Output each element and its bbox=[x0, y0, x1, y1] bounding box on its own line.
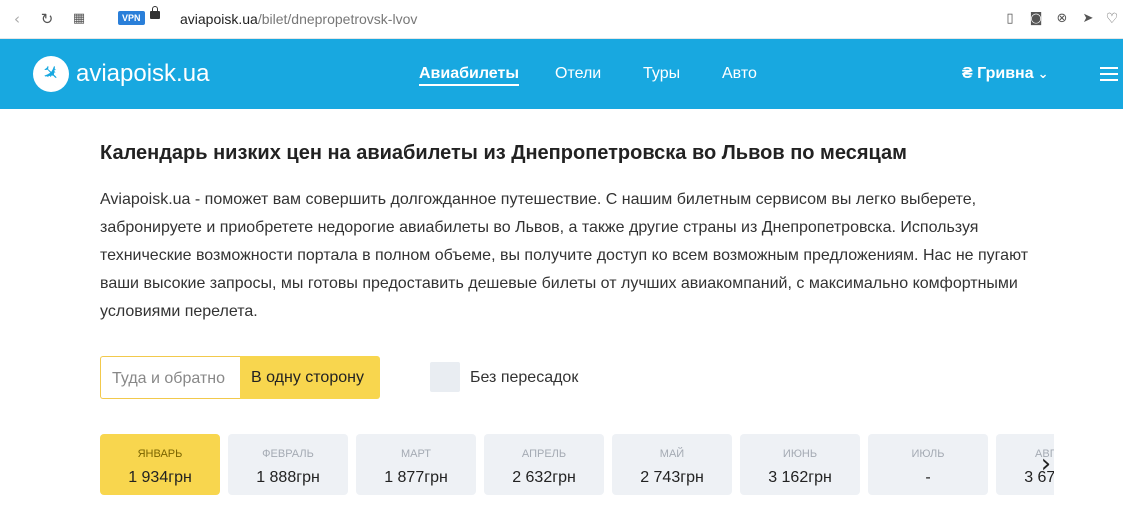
close-circle-icon[interactable]: ⊗ bbox=[1053, 10, 1071, 28]
month-price: - bbox=[925, 469, 931, 486]
nav-auto[interactable]: Авто bbox=[722, 64, 757, 84]
month-price: 3 162грн bbox=[768, 469, 832, 486]
grid-icon[interactable]: ▦ bbox=[70, 10, 88, 28]
month-card-may[interactable]: Май 2 743грн bbox=[612, 434, 732, 495]
url-host: aviapoisk.ua bbox=[180, 11, 258, 27]
reload-icon[interactable]: ↻ bbox=[38, 10, 56, 28]
site-header: ✈ aviapoisk.ua Авиабилеты Отели Туры Авт… bbox=[0, 39, 1123, 109]
nav-flights[interactable]: Авиабилеты bbox=[419, 64, 519, 84]
nav-tours[interactable]: Туры bbox=[643, 64, 680, 84]
month-name: Март bbox=[400, 448, 432, 460]
currency-label: Гривна bbox=[977, 65, 1034, 82]
month-price: 1 877грн bbox=[384, 469, 448, 486]
menu-icon[interactable] bbox=[1100, 67, 1118, 81]
page-description: Aviapoisk.ua - поможет вам совершить дол… bbox=[100, 191, 1029, 320]
month-name: Январь bbox=[137, 448, 183, 460]
round-trip-option[interactable]: Туда и обратно bbox=[100, 356, 240, 399]
chevron-down-icon: ⌄ bbox=[1037, 67, 1049, 82]
nav-hotels[interactable]: Отели bbox=[555, 64, 601, 84]
url-path: /bilet/dnepropetrovsk-lvov bbox=[257, 11, 418, 27]
month-card-april[interactable]: Апрель 2 632грн bbox=[484, 434, 604, 495]
month-card-january[interactable]: Январь 1 934грн bbox=[100, 434, 220, 495]
address-bar[interactable]: aviapoisk.ua/bilet/dnepropetrovsk-lvov bbox=[180, 9, 417, 29]
browser-toolbar: ‹ ↻ ▦ VPN aviapoisk.ua/bilet/dnepropetro… bbox=[0, 0, 1123, 39]
nonstop-checkbox[interactable] bbox=[430, 362, 460, 392]
logo-text[interactable]: aviapoisk.ua bbox=[76, 58, 209, 90]
month-card-july[interactable]: Июль - bbox=[868, 434, 988, 495]
month-price: 2 632грн bbox=[512, 469, 576, 486]
month-card-march[interactable]: Март 1 877грн bbox=[356, 434, 476, 495]
month-price: 2 743грн bbox=[640, 469, 704, 486]
reader-icon[interactable]: ▯ bbox=[1001, 10, 1019, 28]
plane-icon: ✈ bbox=[36, 58, 66, 88]
chevron-right-icon[interactable]: › bbox=[1036, 449, 1056, 479]
month-card-february[interactable]: Февраль 1 888грн bbox=[228, 434, 348, 495]
back-icon[interactable]: ‹ bbox=[8, 10, 26, 28]
heart-icon[interactable]: ♡ bbox=[1103, 10, 1121, 28]
trip-type-toggle: Туда и обратно В одну сторону bbox=[100, 356, 380, 399]
month-name: Июнь bbox=[782, 448, 818, 460]
currency-selector[interactable]: ₴ Гривна ⌄ bbox=[962, 64, 1049, 85]
month-name: Февраль bbox=[262, 448, 314, 460]
vpn-badge[interactable]: VPN bbox=[118, 11, 145, 25]
month-name: Май bbox=[659, 448, 685, 460]
month-card-june[interactable]: Июнь 3 162грн bbox=[740, 434, 860, 495]
nonstop-label[interactable]: Без пересадок bbox=[470, 368, 578, 388]
camera-icon[interactable]: ◙ bbox=[1027, 10, 1045, 28]
one-way-option[interactable]: В одну сторону bbox=[240, 356, 380, 399]
month-name: Июль bbox=[911, 448, 945, 460]
month-price: 1 888грн bbox=[256, 469, 320, 486]
month-name: Апрель bbox=[521, 448, 567, 460]
page-title: Календарь низких цен на авиабилеты из Дн… bbox=[100, 142, 907, 164]
send-icon[interactable]: ➤ bbox=[1079, 10, 1097, 28]
month-price: 1 934грн bbox=[128, 469, 192, 486]
hryvnia-icon: ₴ bbox=[962, 65, 973, 82]
month-price-carousel: Январь 1 934грн Февраль 1 888грн Март 1 877гр… bbox=[100, 434, 1054, 495]
lock-icon[interactable] bbox=[150, 6, 160, 19]
logo-mark[interactable]: ✈ bbox=[33, 56, 69, 92]
